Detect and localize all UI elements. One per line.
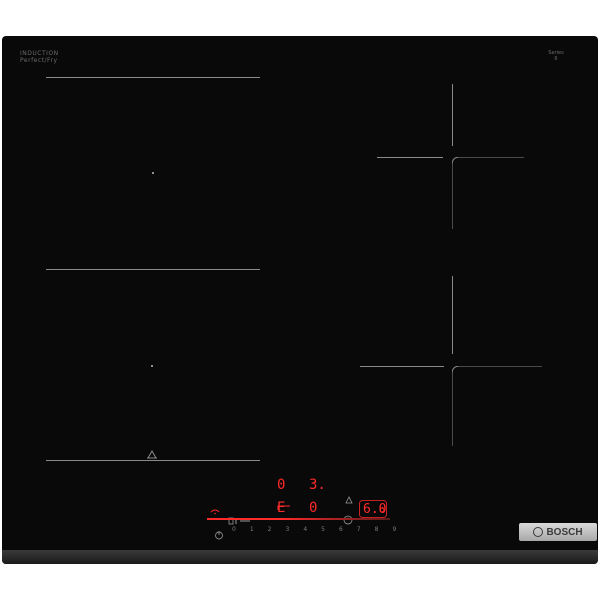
slider-step[interactable]: 1 (250, 526, 254, 533)
zone-right-rear-mark-horizontal-left (377, 157, 443, 158)
slider-step[interactable]: 4 (303, 526, 307, 533)
slider-step[interactable]: 7 (357, 526, 361, 533)
slider-step[interactable]: 3 (285, 526, 289, 533)
zone-front-left-power-display[interactable]: 0 (277, 477, 285, 493)
touch-slider-rail[interactable] (207, 518, 390, 520)
zone-left-rear-center-mark (152, 172, 154, 174)
zone-right-rear-mark-vertical-top (452, 84, 453, 146)
flex-control-icon[interactable] (228, 510, 252, 525)
zone-left-front-center-mark (151, 365, 153, 367)
zone-center-right-power-display[interactable]: 0 (309, 500, 317, 516)
slider-step[interactable]: 2 (268, 526, 272, 533)
feature-label-line1: INDUCTION (20, 50, 59, 57)
series-label-line2: 6 (554, 56, 558, 62)
feature-label-line2: Perfect/Fry (20, 57, 58, 64)
power-button[interactable] (214, 525, 224, 540)
zone-right-front-mark-corner (451, 365, 542, 446)
zone-left-front-guide (46, 460, 260, 461)
zone-rear-right-power-display[interactable]: 3. (309, 477, 326, 493)
slider-step[interactable]: 9 (392, 526, 396, 533)
zone-left-middle-guide (46, 269, 260, 270)
pan-detect-icon[interactable] (344, 490, 354, 504)
series-label: Series 6 (536, 50, 576, 62)
feature-label: INDUCTION Perfect/Fry (20, 50, 59, 64)
slider-step[interactable]: 0 (232, 526, 236, 533)
zone-right-rear-mark-corner (451, 156, 524, 229)
bosch-armature-icon (533, 527, 544, 537)
zone-select-bracket-icon (277, 496, 291, 510)
slider-step[interactable]: 6 (339, 526, 343, 533)
flex-zone-icon (146, 444, 158, 459)
timer-frame-icon (359, 500, 387, 518)
zone-right-front-mark-vertical-top (452, 276, 453, 354)
slider-step[interactable]: 8 (375, 526, 379, 533)
cooktop-glass-surface (2, 36, 598, 564)
wifi-home-connect-icon[interactable] (210, 500, 220, 515)
cooktop-frame-edge (2, 550, 598, 564)
slider-step[interactable]: 5 (321, 526, 325, 533)
zone-left-rear-guide (46, 77, 260, 78)
brand-name: BOSCH (546, 526, 583, 538)
zone-right-front-mark-horizontal-left (360, 366, 444, 367)
slider-scale[interactable]: 0 1 2 3 4 5 6 7 8 9 (232, 526, 396, 533)
brand-badge: BOSCH (519, 523, 597, 541)
